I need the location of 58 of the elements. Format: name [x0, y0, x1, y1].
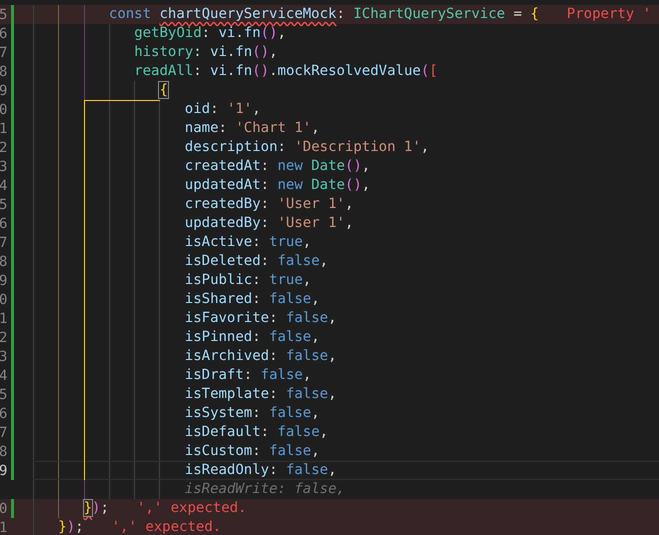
- line-number: 6: [0, 406, 8, 420]
- line-number: 1: [0, 122, 8, 136]
- inline-suggestion: isReadWrite: false,: [184, 481, 345, 498]
- line-number: 2: [0, 330, 8, 344]
- line-number: 8: [0, 444, 8, 458]
- code-line: isPinned: false,: [184, 329, 320, 346]
- line-number: 7: [0, 426, 8, 440]
- line-number: 4: [0, 178, 8, 192]
- code-line: });: [84, 500, 109, 517]
- code-line: isSystem: false,: [184, 405, 320, 422]
- line-number: 7: [0, 236, 8, 250]
- line-number: 1: [0, 312, 8, 326]
- code-line: });: [58, 519, 84, 535]
- code-line: updatedBy: 'User 1',: [184, 215, 354, 232]
- line-number: 8: [0, 254, 8, 268]
- line-number: 6: [0, 216, 8, 230]
- code-line: createdBy: 'User 1',: [184, 196, 354, 213]
- line-number: 2: [0, 140, 8, 154]
- code-line: isFavorite: false,: [184, 310, 337, 327]
- code-line: createdAt: new Date(),: [184, 158, 370, 175]
- line-number: 9: [0, 84, 8, 98]
- code-line: isDeleted: false,: [184, 253, 328, 270]
- code-line: description: 'Description 1',: [184, 139, 430, 156]
- code-line: isTemplate: false,: [184, 386, 337, 403]
- code-line: name: 'Chart 1',: [184, 120, 320, 137]
- code-line: isDefault: false,: [184, 424, 328, 441]
- code-line: isActive: true,: [184, 234, 312, 251]
- line-number: 9: [0, 464, 8, 478]
- error-message: ',' expected.: [136, 500, 246, 517]
- line-number: 7: [0, 46, 8, 60]
- line-number: 9: [0, 274, 8, 288]
- code-line: {: [159, 82, 168, 99]
- line-number: 0: [0, 102, 8, 116]
- code-line: oid: '1',: [184, 101, 261, 118]
- line-number: 5: [0, 198, 8, 212]
- error-message: ',' expected.: [112, 519, 222, 535]
- line-number: 1: [0, 520, 8, 534]
- line-number: 5: [0, 8, 8, 22]
- code-line: isPublic: true,: [184, 272, 312, 289]
- line-number: 3: [0, 350, 8, 364]
- line-number: 3: [0, 160, 8, 174]
- code-line: updatedAt: new Date(),: [184, 177, 370, 194]
- line-number: 0: [0, 502, 8, 516]
- line-number: 4: [0, 368, 8, 382]
- code-line: history: vi.fn(),: [134, 44, 278, 61]
- code-line: isShared: false,: [184, 291, 320, 308]
- code-line: getByOid: vi.fn(),: [134, 25, 286, 42]
- code-line: isCustom: false,: [184, 443, 320, 460]
- code-line: isDraft: false,: [184, 367, 312, 384]
- error-message: Property ': [566, 6, 652, 23]
- code-line: isArchived: false,: [184, 348, 337, 365]
- code-line: isReadOnly: false,: [184, 462, 337, 479]
- code-line: const chartQueryServiceMock: IChartQueryService = {: [108, 6, 539, 23]
- line-number: 5: [0, 388, 8, 402]
- line-number: 6: [0, 26, 8, 40]
- line-number: 8: [0, 64, 8, 78]
- code-line: readAll: vi.fn().mockResolvedValue([: [134, 63, 438, 80]
- line-number: 0: [0, 292, 8, 306]
